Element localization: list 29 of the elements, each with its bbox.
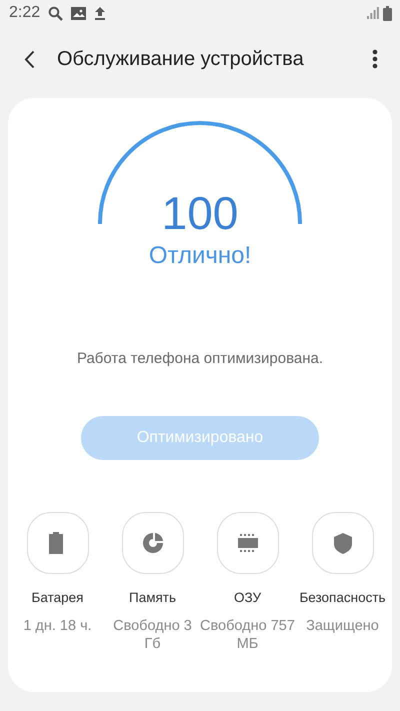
image-icon [71,6,86,20]
more-icon [372,49,378,69]
tile-value: Свободно 3 Гб [112,616,193,653]
tile-label: Батарея [32,588,84,607]
back-button[interactable] [24,50,35,68]
page-title: Обслуживание устройства [57,47,304,72]
storage-tile-button[interactable] [122,512,184,574]
pie-chart-icon [142,532,164,554]
back-icon [24,50,35,68]
tile-value: Свободно 757 МБ [200,616,295,653]
shield-icon [332,532,354,554]
chip-icon [236,532,258,554]
tile-label: ОЗУ [234,588,262,606]
battery-icon [383,6,392,20]
tile-value: 1 дн. 18 ч. [23,616,92,635]
security-tile-button[interactable] [312,512,374,574]
memory-tile-button[interactable] [216,512,278,574]
tile-label: Безопасность [299,588,386,606]
battery-tile-button[interactable] [26,512,88,574]
tile-label: Память [128,588,176,606]
search-icon [48,6,64,20]
score-label: Отлично! [148,241,252,271]
signal-icon [367,7,379,19]
tile-value: Защищено [306,616,379,635]
more-options-button[interactable] [372,49,378,69]
upload-icon [94,6,106,20]
score-value: 100 [162,190,238,236]
status-time: 2:22 [9,3,40,23]
status-message: Работа телефона оптимизирована. [76,349,324,369]
